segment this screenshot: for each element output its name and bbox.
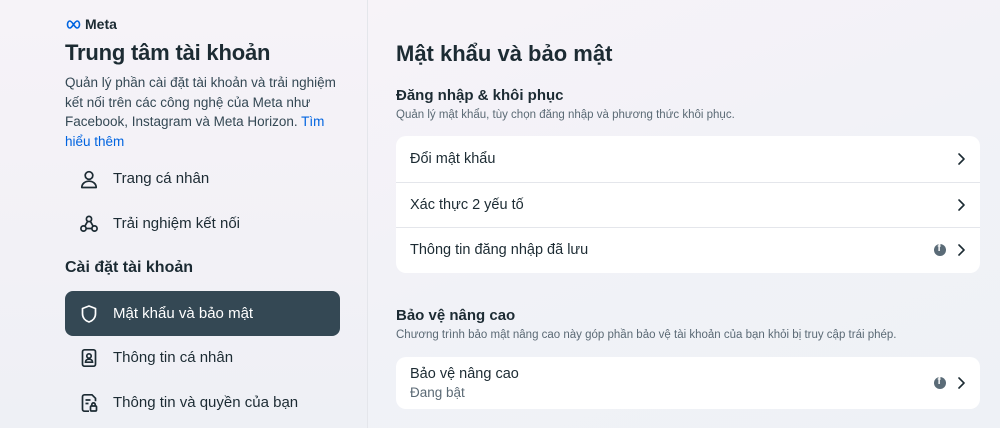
status-text: Đang bật: [410, 385, 465, 400]
page-title: Trung tâm tài khoản: [65, 40, 271, 65]
sidebar-item-password-security[interactable]: Mật khẩu và bảo mật: [65, 291, 340, 336]
sidebar-item-personal-info[interactable]: Thông tin cá nhân: [65, 335, 340, 380]
saved-login-info-row[interactable]: Thông tin đăng nhập đã lưu: [396, 227, 980, 273]
chevron-right-icon: [958, 198, 965, 211]
sidebar-item-profile[interactable]: Trang cá nhân: [65, 156, 340, 201]
account-settings-heading: Cài đặt tài khoản: [65, 259, 194, 276]
sidebar-item-label: Trải nghiệm kết nối: [113, 215, 241, 232]
row-label: Bảo vệ nâng cao: [410, 366, 519, 382]
id-card-icon: [81, 348, 97, 367]
sidebar-item-label: Mật khẩu và bảo mật: [113, 305, 254, 322]
advanced-protection-subtitle: Chương trình bảo mật nâng cao này góp ph…: [396, 329, 897, 341]
login-recovery-heading: Đăng nhập & khôi phục: [396, 87, 564, 104]
facebook-icon: [934, 243, 946, 257]
advanced-protection-card: Bảo vệ nâng cao Đang bật: [396, 357, 980, 409]
advanced-protection-heading: Bảo vệ nâng cao: [396, 307, 516, 324]
meta-logo[interactable]: Meta: [65, 16, 117, 32]
row-label: Thông tin đăng nhập đã lưu: [410, 242, 589, 259]
person-icon: [80, 170, 98, 188]
change-password-row[interactable]: Đổi mật khẩu: [396, 136, 980, 182]
row-label: Đổi mật khẩu: [410, 150, 496, 167]
document-lock-icon: [81, 393, 98, 412]
login-recovery-card: Đổi mật khẩu Xác thực 2 yếu tố Thông tin…: [396, 136, 980, 273]
description-text: Quản lý phần cài đặt tài khoản và trải n…: [65, 75, 336, 129]
meta-logo-text: Meta: [85, 16, 117, 32]
login-recovery-subtitle: Quản lý mật khẩu, tùy chọn đăng nhập và …: [396, 109, 735, 121]
main-content: Mật khẩu và bảo mật Đăng nhập & khôi phụ…: [368, 0, 1000, 428]
section-page-title: Mật khẩu và bảo mật: [396, 41, 613, 66]
chevron-right-icon: [958, 377, 965, 389]
row-label: Xác thực 2 yếu tố: [410, 196, 524, 213]
meta-infinity-icon: [66, 19, 81, 29]
chevron-right-icon: [958, 244, 965, 257]
advanced-protection-row[interactable]: Bảo vệ nâng cao Đang bật: [396, 357, 980, 409]
sidebar: Meta Trung tâm tài khoản Quản lý phần cà…: [0, 0, 368, 428]
sidebar-item-label: Thông tin và quyền của bạn: [113, 394, 299, 411]
sidebar-item-connected-experiences[interactable]: Trải nghiệm kết nối: [65, 201, 340, 246]
sidebar-item-label: Thông tin cá nhân: [113, 349, 234, 366]
facebook-icon: [934, 376, 946, 389]
sidebar-item-label: Trang cá nhân: [113, 170, 210, 187]
connected-icon: [80, 215, 98, 232]
chevron-right-icon: [958, 152, 965, 165]
two-factor-auth-row[interactable]: Xác thực 2 yếu tố: [396, 181, 980, 228]
sidebar-item-your-info-permissions[interactable]: Thông tin và quyền của bạn: [65, 380, 340, 425]
shield-icon: [81, 304, 97, 323]
sidebar-description: Quản lý phần cài đặt tài khoản và trải n…: [65, 73, 350, 151]
